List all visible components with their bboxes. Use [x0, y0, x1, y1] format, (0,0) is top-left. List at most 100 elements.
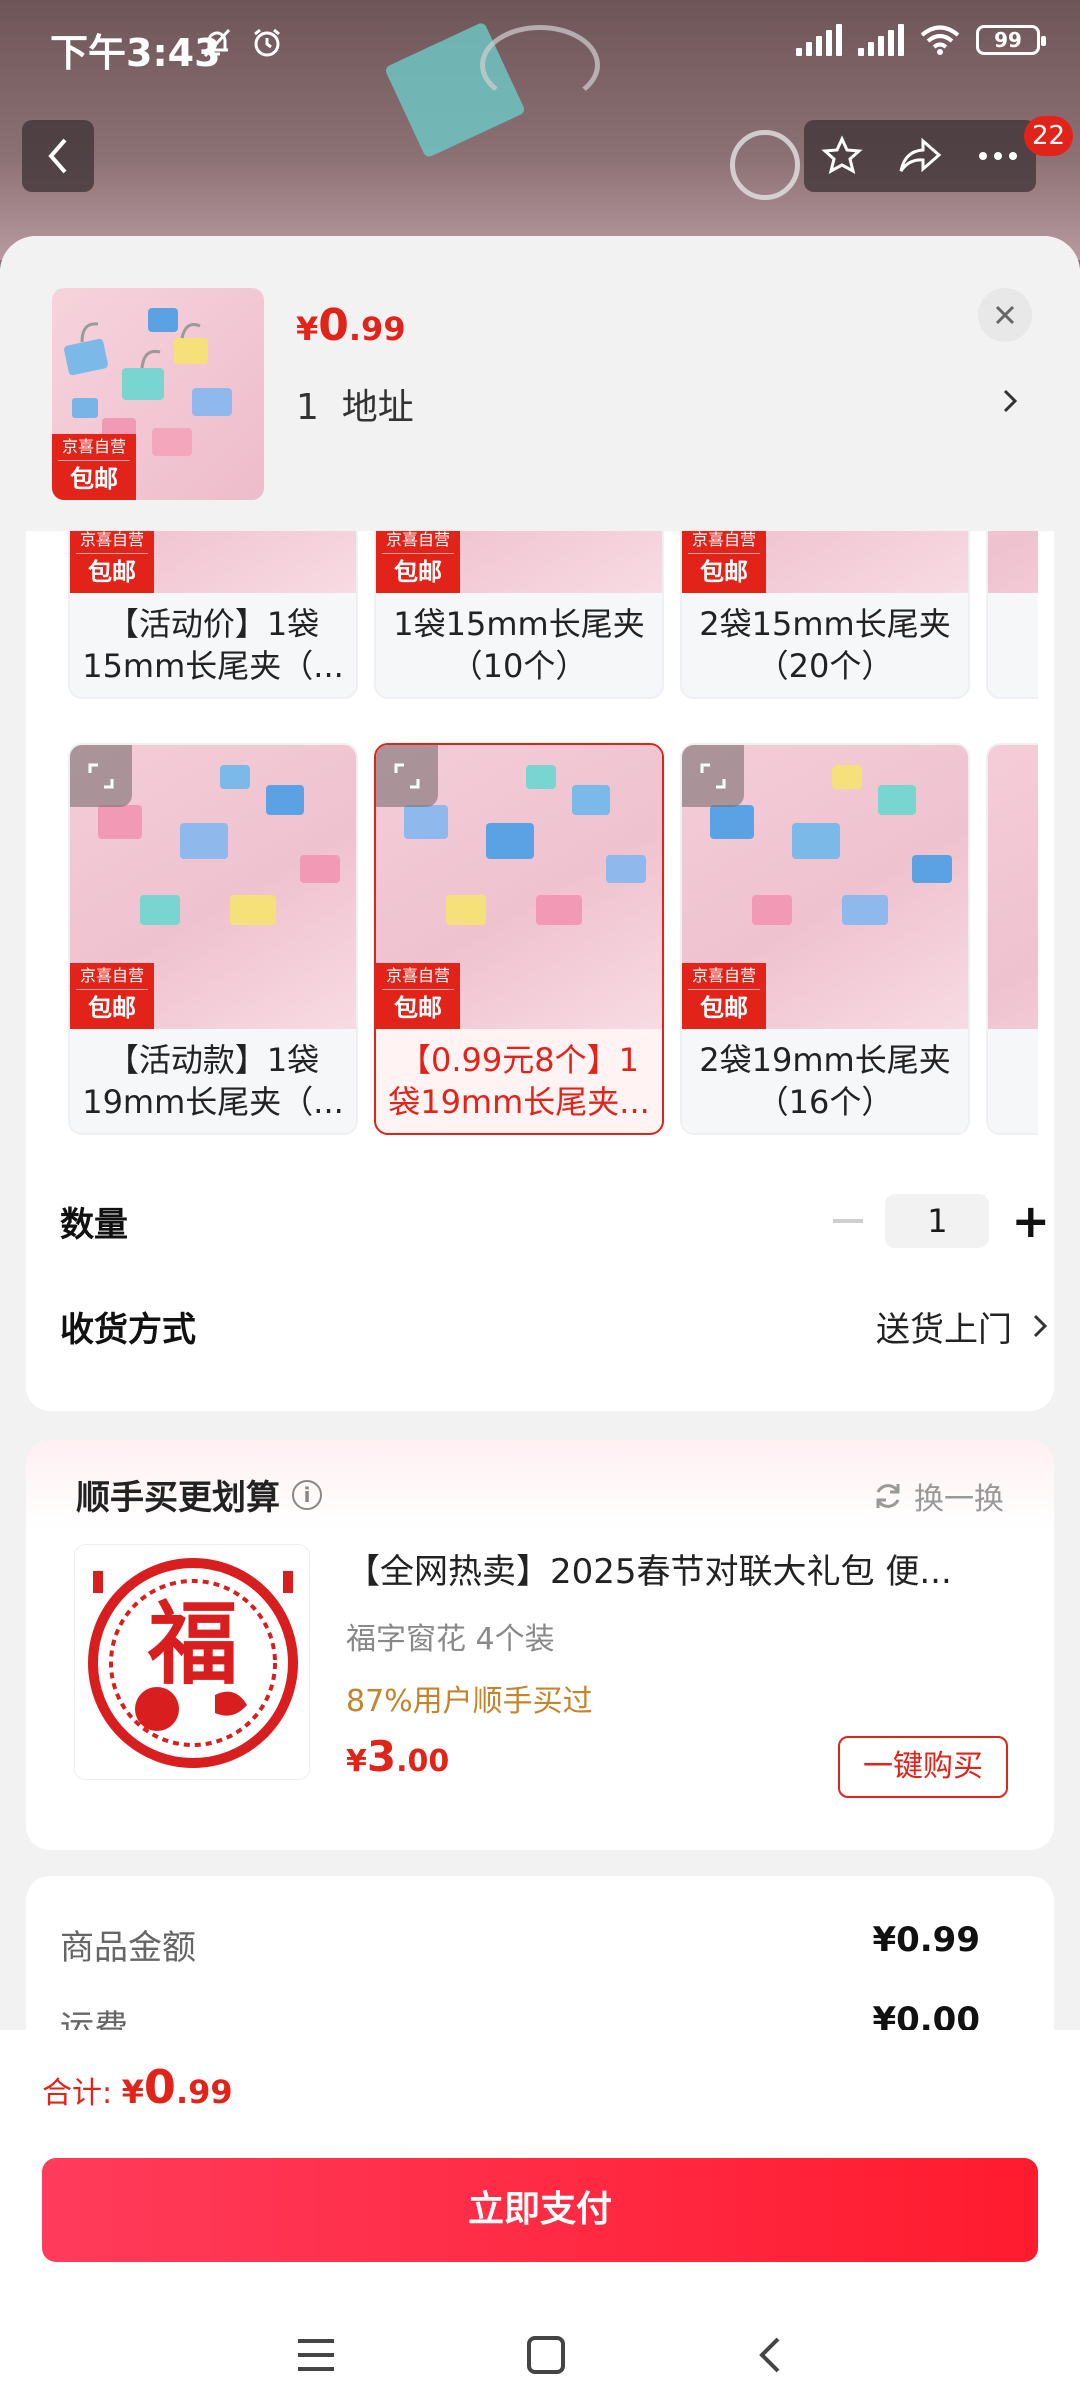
increase-button[interactable]: +	[1011, 1198, 1050, 1244]
clip-shape	[220, 765, 250, 789]
sku-option[interactable]: 京喜自营 包邮 【活动价】1袋15mm长尾夹（...	[68, 531, 358, 699]
clip-shape	[842, 895, 888, 925]
expand-icon[interactable]	[682, 745, 744, 807]
star-icon[interactable]	[821, 135, 863, 177]
clip-shape	[98, 805, 142, 839]
self-operated-tag: 京喜自营 包邮	[376, 531, 460, 593]
total-price: 合计: ¥0.99	[42, 2060, 233, 2114]
expand-icon[interactable]	[376, 745, 438, 807]
clip-shape	[710, 805, 754, 839]
self-operated-tag: 京喜自营 包邮	[52, 434, 136, 500]
sku-option-partial[interactable]	[986, 531, 1038, 699]
clip-shape	[140, 895, 180, 925]
clip-shape	[526, 765, 556, 789]
sku-grid: 京喜自营 包邮 【活动价】1袋15mm长尾夹（... 京喜自营 包邮 1袋15mm长尾夹（…	[68, 531, 1038, 1161]
quantity-stepper: 1 +	[833, 1194, 1050, 1248]
fu-paper-cut-image: 福	[75, 1545, 309, 1779]
goods-amount-label: 商品金额	[60, 1928, 196, 1968]
clip-shape	[446, 895, 486, 925]
clip-shape	[404, 805, 448, 839]
wifi-icon	[920, 25, 960, 55]
one-click-buy-button[interactable]: 一键购买	[838, 1736, 1008, 1798]
alarm-icon	[254, 28, 280, 57]
binder-clip-ring	[730, 130, 800, 200]
clip-shape	[878, 785, 916, 815]
clip-shape	[752, 895, 792, 925]
back-button[interactable]	[22, 120, 94, 192]
chevron-left-icon	[48, 138, 67, 174]
refresh-icon	[876, 1484, 900, 1508]
delivery-value: 送货上门	[876, 1309, 1012, 1350]
product-thumbnail[interactable]: 京喜自营 包邮	[52, 288, 264, 500]
svg-text:福: 福	[147, 1591, 238, 1697]
sku-option-partial[interactable]	[986, 743, 1038, 1135]
product-header: 京喜自营 包邮 ¥0.99 1 地址	[0, 236, 1080, 531]
system-navigation	[0, 2310, 1080, 2400]
sku-option[interactable]: 京喜自营 包邮【0.99元8个】1袋19mm长尾夹...	[374, 743, 664, 1135]
sku-image: 京喜自营 包邮	[376, 745, 662, 1029]
menu-icon[interactable]	[296, 2337, 336, 2373]
sku-image: 京喜自营 包邮	[682, 531, 968, 593]
upsell-item-name[interactable]: 【全网热卖】2025春节对联大礼包 便...	[346, 1544, 1026, 1593]
clip-shape	[572, 785, 610, 815]
upsell-card: 顺手买更划算 i 换一换 福 【全网热卖】2025春节对联大礼包 便... 福字窗…	[26, 1440, 1054, 1850]
pay-now-button[interactable]: 立即支付	[42, 2158, 1038, 2262]
clip-shape	[486, 823, 534, 859]
status-time: 下午3:43	[50, 31, 221, 75]
sku-image: 京喜自营 包邮	[70, 531, 356, 593]
self-operated-tag: 京喜自营 包邮	[682, 531, 766, 593]
sku-label: 【0.99元8个】1袋19mm长尾夹...	[388, 1041, 650, 1121]
sku-label: 2袋19mm长尾夹（16个）	[699, 1041, 951, 1121]
clip-shape	[606, 855, 646, 883]
clip-shape	[536, 895, 582, 925]
sku-option[interactable]: 京喜自营 包邮 2袋15mm长尾夹（20个）	[680, 531, 970, 699]
cart-badge: 22	[1024, 116, 1074, 156]
battery-indicator: 99	[976, 25, 1046, 55]
upsell-item-note: 87%用户顺手买过	[346, 1684, 593, 1719]
sku-image: 京喜自营 包邮	[376, 531, 662, 593]
sku-option[interactable]: 京喜自营 包邮 1袋15mm长尾夹（10个）	[374, 531, 664, 699]
sku-image: 京喜自营 包邮	[682, 745, 968, 1029]
sku-image	[988, 531, 1038, 593]
chevron-right-icon[interactable]	[1000, 386, 1020, 416]
quantity-row: 数量 1 +	[60, 1191, 1050, 1251]
self-operated-tag: 京喜自营 包邮	[70, 963, 154, 1029]
sku-option[interactable]: 京喜自营 包邮 2袋19mm长尾夹（16个）	[680, 743, 970, 1135]
header-tools	[804, 120, 1036, 192]
swap-button[interactable]: 换一换	[872, 1474, 1004, 1518]
upsell-item-price: ¥3.00	[346, 1732, 450, 1781]
expand-icon[interactable]	[70, 745, 132, 807]
decrease-button[interactable]	[833, 1219, 864, 1223]
clip-shape	[230, 895, 276, 925]
sku-label: 2袋15mm长尾夹（20个）	[699, 605, 951, 685]
signal-icon	[796, 24, 842, 56]
share-icon[interactable]	[897, 135, 943, 177]
quantity-input[interactable]: 1	[885, 1194, 990, 1248]
sku-label: 1袋15mm长尾夹（10个）	[393, 605, 645, 685]
close-button[interactable]	[978, 288, 1032, 342]
sku-label	[988, 1029, 1038, 1133]
home-icon[interactable]	[526, 2335, 566, 2375]
clip-shape	[792, 823, 840, 859]
back-icon[interactable]	[756, 2335, 784, 2375]
clip-shape	[912, 855, 952, 883]
clip-shape	[180, 823, 228, 859]
signal-hd-icon	[858, 24, 904, 56]
self-operated-tag: 京喜自营 包邮	[70, 531, 154, 593]
address-selector[interactable]: 1 地址	[296, 378, 414, 430]
clip-shape	[300, 855, 340, 883]
more-icon[interactable]	[977, 150, 1019, 162]
close-icon	[995, 305, 1015, 325]
upsell-title: 顺手买更划算 i	[76, 1470, 322, 1519]
self-operated-tag: 京喜自营 包邮	[376, 963, 460, 1029]
info-icon[interactable]: i	[292, 1479, 322, 1510]
sku-option[interactable]: 京喜自营 包邮 【活动款】1袋19mm长尾夹（...	[68, 743, 358, 1135]
sku-label	[988, 593, 1038, 697]
mute-bell-icon	[203, 28, 231, 58]
delivery-label: 收货方式	[60, 1309, 196, 1350]
self-operated-tag: 京喜自营 包邮	[682, 963, 766, 1029]
delivery-row[interactable]: 收货方式 送货上门	[60, 1296, 1050, 1356]
clip-shape	[832, 765, 862, 789]
status-bar: 下午3:43 99	[0, 0, 1080, 90]
upsell-item-image[interactable]: 福	[74, 1544, 310, 1780]
